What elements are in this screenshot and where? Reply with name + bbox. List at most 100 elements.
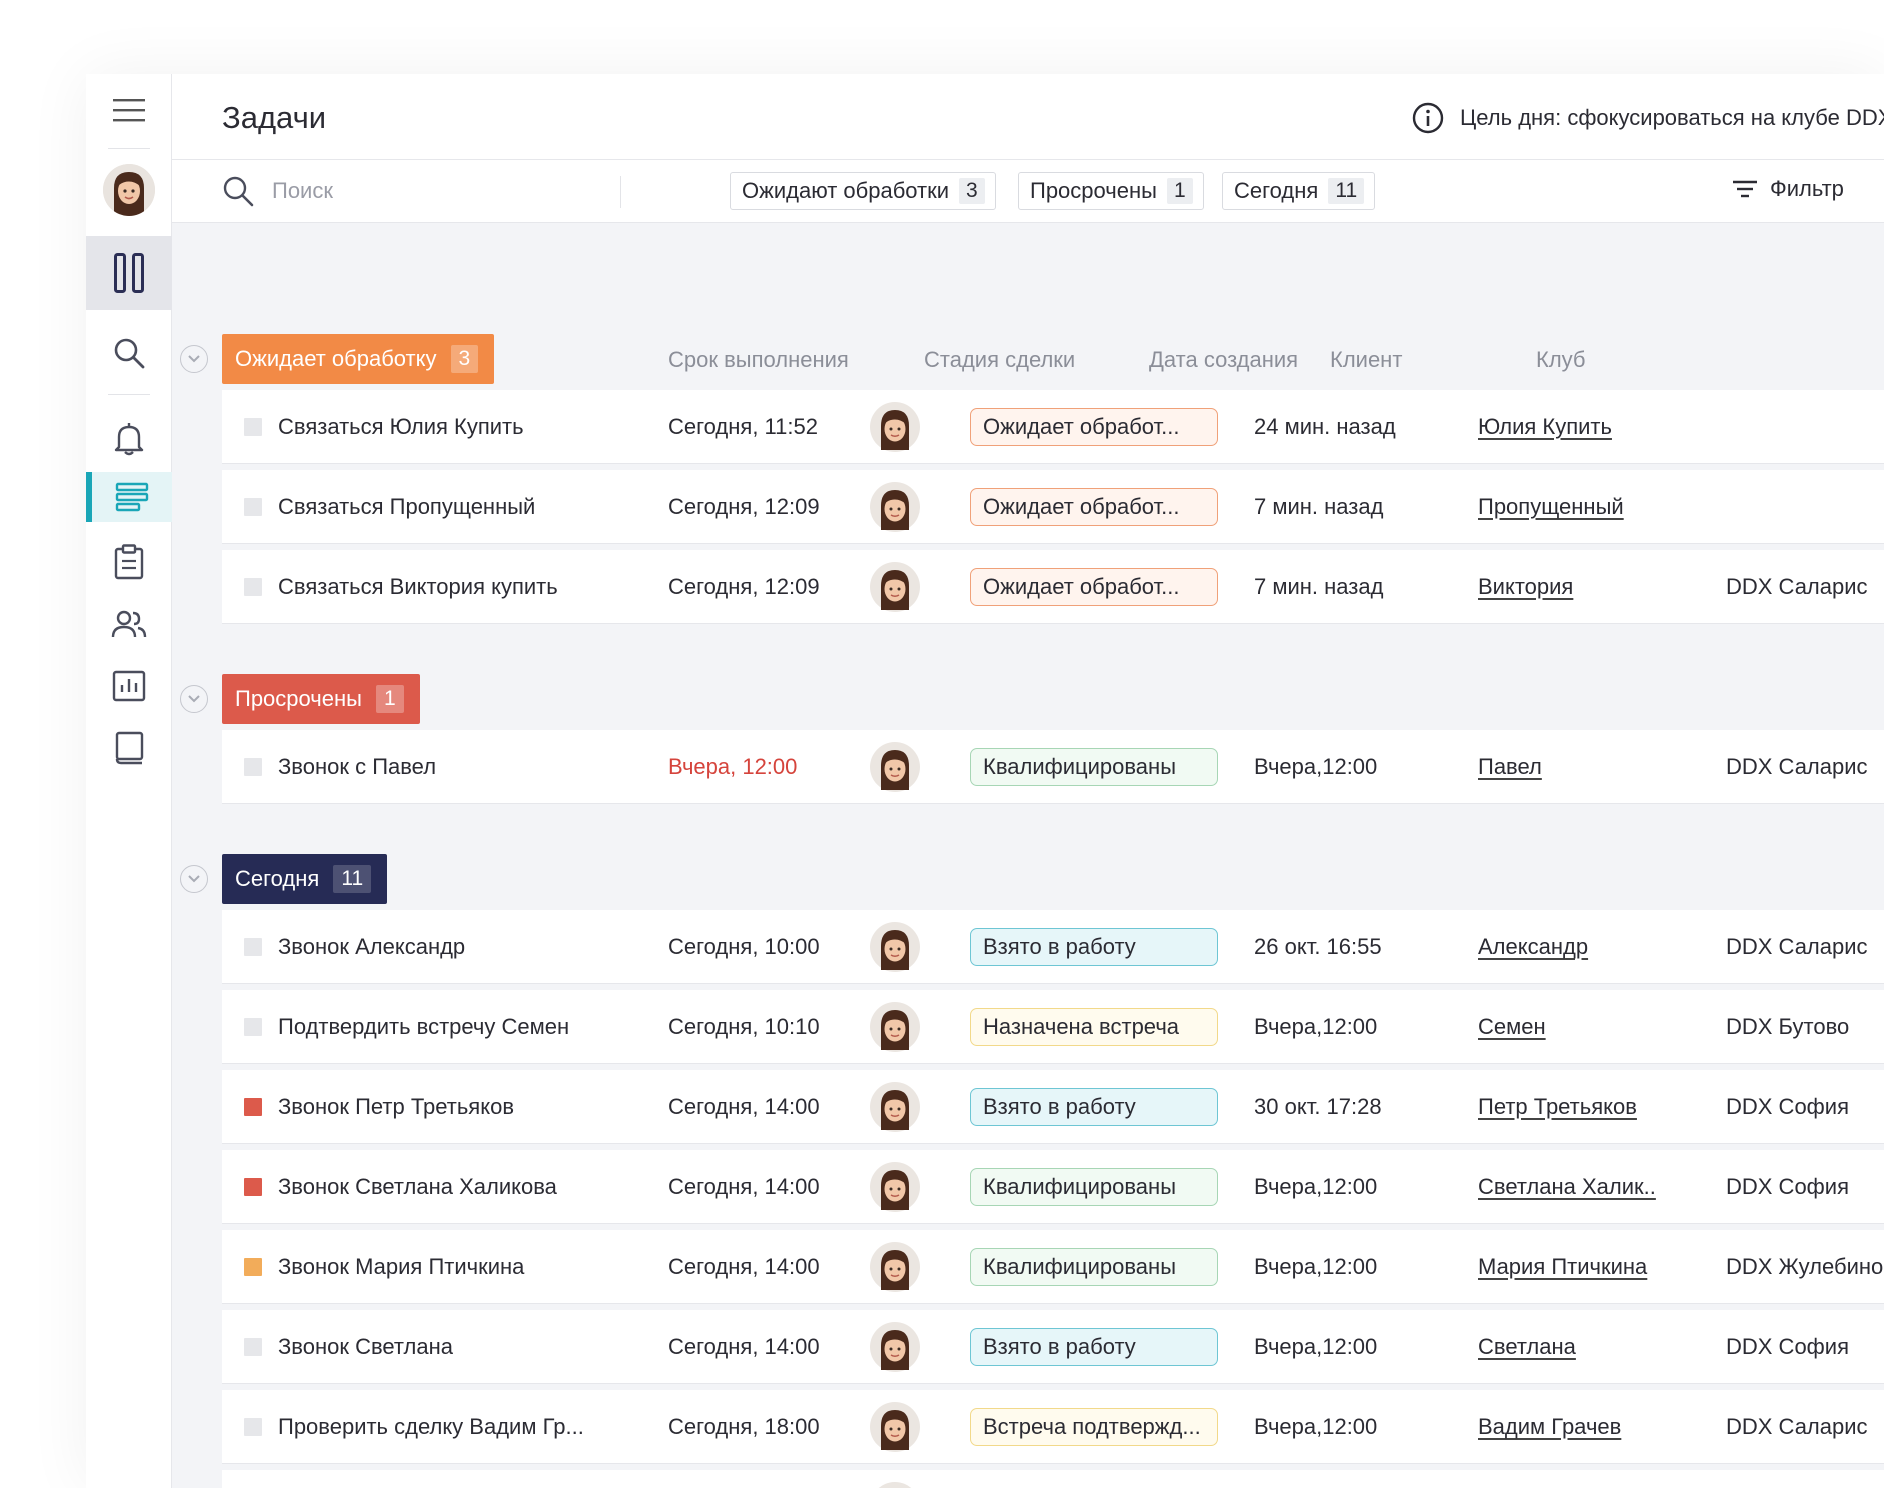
task-checkbox[interactable] bbox=[244, 758, 262, 776]
task-checkbox[interactable] bbox=[244, 1098, 262, 1116]
task-row[interactable]: Звонок с Павел Вчера, 12:00 Квалифицирован… bbox=[222, 730, 1884, 804]
deal-stage[interactable]: Взято в работу bbox=[970, 910, 1218, 984]
nav-board[interactable] bbox=[86, 236, 172, 310]
collapse-toggle[interactable] bbox=[180, 865, 208, 893]
chip-pending[interactable]: Ожидают обработки 3 bbox=[730, 172, 996, 210]
group-badge[interactable]: Ожидает обработку 3 bbox=[222, 334, 495, 384]
column-header-due[interactable]: Срок выполнения bbox=[668, 347, 849, 373]
task-title[interactable]: Звонок Мария Птичкина bbox=[278, 1230, 524, 1304]
task-title[interactable]: Звонок Светлана Халикова bbox=[278, 1150, 557, 1224]
task-checkbox[interactable] bbox=[244, 938, 262, 956]
task-title[interactable]: Связаться Пропущенный bbox=[278, 470, 535, 544]
deal-stage[interactable]: Встреча подтвержд... bbox=[970, 1390, 1218, 1464]
task-row[interactable]: Связаться Виктория купить Сегодня, 12:09 О… bbox=[222, 550, 1884, 624]
task-row[interactable]: Связаться Пропущенный Сегодня, 12:09 Ожида… bbox=[222, 470, 1884, 544]
task-title[interactable]: Проверить сделку Светлана bbox=[278, 1470, 567, 1488]
nav-book[interactable] bbox=[86, 720, 172, 776]
deal-stage[interactable]: Квалифицированы bbox=[970, 1230, 1218, 1304]
deal-stage[interactable]: Назначена встреча bbox=[970, 990, 1218, 1064]
bell-icon bbox=[114, 423, 144, 456]
nav-clients[interactable] bbox=[86, 596, 172, 652]
task-checkbox[interactable] bbox=[244, 1178, 262, 1196]
task-row[interactable]: Звонок Светлана Халикова Сегодня, 14:00 Кв… bbox=[222, 1150, 1884, 1224]
task-row[interactable]: Звонок Мария Птичкина Сегодня, 14:00 Квали… bbox=[222, 1230, 1884, 1304]
task-title[interactable]: Связаться Юлия Купить bbox=[278, 390, 524, 464]
task-row[interactable]: Звонок Александр Сегодня, 10:00 Взято в ра… bbox=[222, 910, 1884, 984]
client-link[interactable]: Петр Третьяков bbox=[1478, 1070, 1637, 1144]
deal-stage[interactable]: Квалифицированы bbox=[970, 730, 1218, 804]
task-title[interactable]: Звонок Светлана bbox=[278, 1310, 453, 1384]
client-link[interactable]: Пропущенный bbox=[1478, 470, 1624, 544]
column-header-created[interactable]: Дата создания bbox=[1149, 347, 1298, 373]
assignee-avatar[interactable] bbox=[870, 390, 920, 464]
client-link[interactable]: Юлия Купить bbox=[1478, 390, 1612, 464]
nav-search[interactable] bbox=[86, 322, 172, 384]
client-link[interactable]: Виктория bbox=[1478, 550, 1573, 624]
task-checkbox[interactable] bbox=[244, 1418, 262, 1436]
task-title[interactable]: Звонок с Павел bbox=[278, 730, 436, 804]
task-checkbox[interactable] bbox=[244, 1018, 262, 1036]
column-header-client[interactable]: Клиент bbox=[1330, 347, 1402, 373]
filter-button[interactable]: Фильтр bbox=[1732, 176, 1844, 202]
task-row[interactable]: Звонок Светлана Сегодня, 14:00 Взято в раб… bbox=[222, 1310, 1884, 1384]
assignee-avatar[interactable] bbox=[870, 550, 920, 624]
client-link[interactable]: Мария Птичкина bbox=[1478, 1230, 1647, 1304]
search-input[interactable] bbox=[272, 178, 572, 204]
club-name: DDX София bbox=[1726, 1094, 1849, 1119]
assignee-avatar[interactable] bbox=[870, 1310, 920, 1384]
nav-reports[interactable] bbox=[86, 658, 172, 714]
assignee-avatar[interactable] bbox=[870, 910, 920, 984]
deal-stage[interactable]: Взято в работу bbox=[970, 1070, 1218, 1144]
group-badge[interactable]: Просрочены 1 bbox=[222, 674, 420, 724]
assignee-avatar[interactable] bbox=[870, 1470, 920, 1488]
column-header-club[interactable]: Клуб bbox=[1536, 347, 1586, 373]
task-checkbox[interactable] bbox=[244, 1338, 262, 1356]
nav-tasks[interactable] bbox=[92, 472, 172, 522]
task-row[interactable]: Проверить сделку Светлана Сегодня, 18:00 В… bbox=[222, 1470, 1884, 1488]
assignee-avatar[interactable] bbox=[870, 990, 920, 1064]
deal-stage[interactable]: Ожидает обработ... bbox=[970, 470, 1218, 544]
task-checkbox[interactable] bbox=[244, 498, 262, 516]
deal-stage[interactable]: Взято в работу bbox=[970, 1310, 1218, 1384]
task-title[interactable]: Звонок Александр bbox=[278, 910, 465, 984]
client-link[interactable]: Вадим Грачев bbox=[1478, 1390, 1621, 1464]
assignee-avatar[interactable] bbox=[870, 1150, 920, 1224]
task-title[interactable]: Звонок Петр Третьяков bbox=[278, 1070, 514, 1144]
deal-stage[interactable]: Ожидает обработ... bbox=[970, 550, 1218, 624]
task-row[interactable]: Связаться Юлия Купить Сегодня, 11:52 Ожида… bbox=[222, 390, 1884, 464]
chip-overdue[interactable]: Просрочены 1 bbox=[1018, 172, 1204, 210]
task-row[interactable]: Звонок Петр Третьяков Сегодня, 14:00 Взято… bbox=[222, 1070, 1884, 1144]
user-avatar[interactable] bbox=[86, 160, 172, 220]
task-title[interactable]: Связаться Виктория купить bbox=[278, 550, 558, 624]
deal-stage[interactable]: Ожидает обработ... bbox=[970, 390, 1218, 464]
assignee-avatar[interactable] bbox=[870, 470, 920, 544]
nav-clipboard[interactable] bbox=[86, 534, 172, 590]
collapse-toggle[interactable] bbox=[180, 685, 208, 713]
task-checkbox[interactable] bbox=[244, 1258, 262, 1276]
client-link[interactable]: Светлана bbox=[1478, 1470, 1576, 1488]
deal-stage[interactable]: Встреча подтвержд... bbox=[970, 1470, 1218, 1488]
client-link[interactable]: Семен bbox=[1478, 990, 1546, 1064]
task-checkbox[interactable] bbox=[244, 578, 262, 596]
client-link[interactable]: Александр bbox=[1478, 910, 1588, 984]
search-box[interactable] bbox=[222, 175, 572, 207]
assignee-avatar[interactable] bbox=[870, 730, 920, 804]
client-link[interactable]: Павел bbox=[1478, 730, 1542, 804]
task-checkbox[interactable] bbox=[244, 418, 262, 436]
task-title[interactable]: Проверить сделку Вадим Гр... bbox=[278, 1390, 584, 1464]
task-title[interactable]: Подтвердить встречу Семен bbox=[278, 990, 569, 1064]
nav-notifications[interactable] bbox=[86, 408, 172, 470]
group-badge[interactable]: Сегодня 11 bbox=[222, 854, 388, 904]
assignee-avatar[interactable] bbox=[870, 1230, 920, 1304]
client-link[interactable]: Светлана bbox=[1478, 1310, 1576, 1384]
task-row[interactable]: Проверить сделку Вадим Гр... Сегодня, 18:… bbox=[222, 1390, 1884, 1464]
column-header-stage[interactable]: Стадия сделки bbox=[924, 347, 1075, 373]
assignee-avatar[interactable] bbox=[870, 1390, 920, 1464]
menu-button[interactable] bbox=[86, 84, 172, 136]
task-row[interactable]: Подтвердить встречу Семен Сегодня, 10:10 Н… bbox=[222, 990, 1884, 1064]
collapse-toggle[interactable] bbox=[180, 345, 208, 373]
assignee-avatar[interactable] bbox=[870, 1070, 920, 1144]
client-link[interactable]: Светлана Халик.. bbox=[1478, 1150, 1656, 1224]
deal-stage[interactable]: Квалифицированы bbox=[970, 1150, 1218, 1224]
chip-today[interactable]: Сегодня 11 bbox=[1222, 172, 1376, 210]
